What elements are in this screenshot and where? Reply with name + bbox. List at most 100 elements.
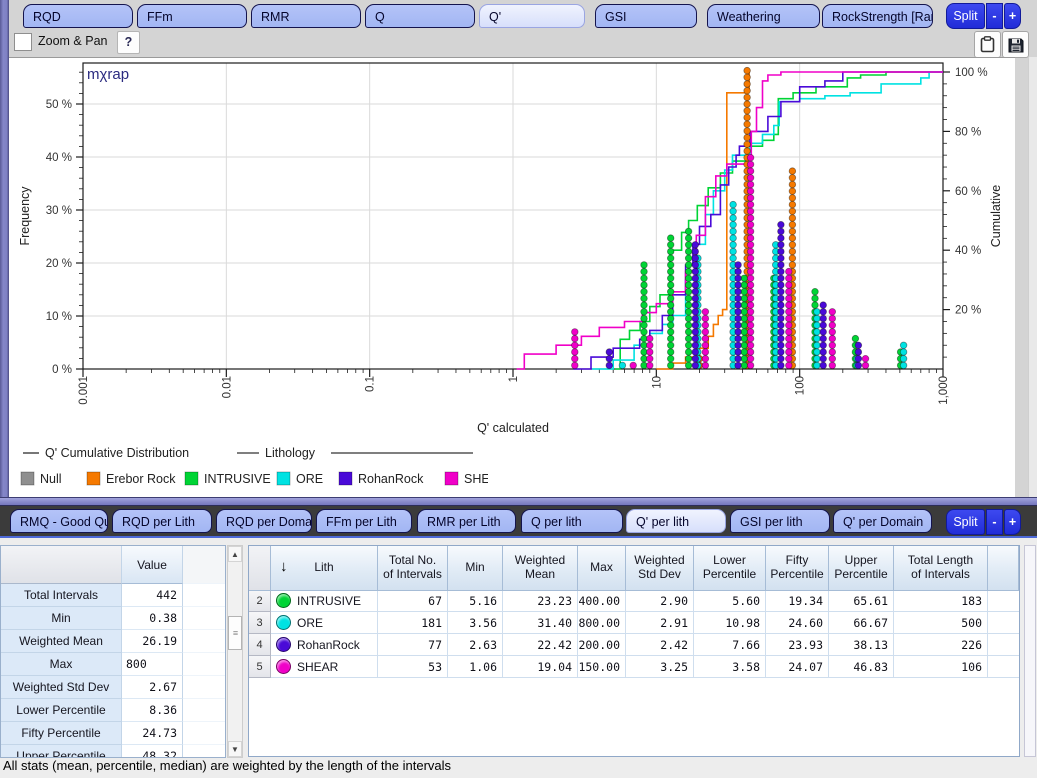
table-cell[interactable]: 46.83 — [829, 656, 894, 678]
table-cell[interactable]: 2.91 — [626, 612, 694, 634]
split-button[interactable]: Split — [946, 3, 985, 29]
column-header-fifty[interactable]: Fifty Percentile — [766, 546, 829, 591]
scroll-thumb[interactable]: ≡ — [228, 616, 242, 650]
table-cell[interactable]: 1.06 — [448, 656, 503, 678]
table-cell[interactable]: 150.00 — [578, 656, 626, 678]
split-button[interactable]: Split — [946, 509, 985, 535]
tab-gsi-per-lith[interactable]: GSI per lith — [730, 509, 830, 533]
table-cell[interactable]: 67 — [378, 590, 448, 612]
table-cell[interactable]: 65.61 — [829, 590, 894, 612]
stats-table-scrollbar[interactable]: ▲ ≡ ▼ — [227, 545, 243, 758]
split-plus-button[interactable]: + — [1004, 3, 1021, 29]
lith-table-scrollbar[interactable] — [1024, 545, 1036, 757]
stats-row-value[interactable]: 24.73 — [122, 722, 183, 745]
legend-item-rohanrock[interactable]: RohanRock — [339, 472, 424, 486]
lith-cell-intrusive[interactable]: INTRUSIVE — [271, 590, 378, 612]
copy-to-clipboard-button[interactable] — [974, 31, 1001, 58]
table-cell[interactable]: 31.40 — [503, 612, 578, 634]
tab-rmr[interactable]: RMR — [251, 4, 361, 28]
tab-q[interactable]: Q' — [479, 4, 585, 28]
sort-descending-icon[interactable]: ↓ — [280, 558, 288, 575]
table-cell[interactable]: 226 — [894, 634, 988, 656]
help-button[interactable]: ? — [117, 31, 140, 54]
scroll-up-arrow[interactable]: ▲ — [228, 546, 242, 562]
table-cell[interactable]: 5.60 — [694, 590, 766, 612]
tab-q[interactable]: Q — [365, 4, 475, 28]
tab-q-per-domain[interactable]: Q' per Domain — [833, 509, 932, 533]
column-header-min[interactable]: Min — [448, 546, 503, 591]
scroll-down-arrow[interactable]: ▼ — [228, 741, 242, 757]
row-number[interactable]: 4 — [249, 634, 271, 656]
plot-area[interactable] — [83, 63, 943, 369]
save-button[interactable] — [1002, 31, 1029, 58]
stats-row-value[interactable]: 8.36 — [122, 699, 183, 722]
table-cell[interactable]: 23.93 — [766, 634, 829, 656]
stats-row-value[interactable]: 48.32 — [122, 745, 183, 758]
table-cell[interactable]: 800.00 — [578, 612, 626, 634]
legend-item-intrusive[interactable]: INTRUSIVE — [185, 472, 271, 486]
table-cell[interactable]: 500 — [894, 612, 988, 634]
split-plus-button[interactable]: + — [1004, 509, 1021, 535]
table-cell[interactable]: 5.16 — [448, 590, 503, 612]
tab-ffm-per-lith[interactable]: FFm per Lith — [316, 509, 412, 533]
lith-cell-shear[interactable]: SHEAR — [271, 656, 378, 678]
stats-row-value[interactable]: 2.67 — [122, 676, 183, 699]
table-cell[interactable]: 181 — [378, 612, 448, 634]
table-cell[interactable]: 19.34 — [766, 590, 829, 612]
stats-row-value[interactable]: 800 — [122, 653, 183, 676]
left-splitter-handle[interactable] — [0, 0, 9, 497]
legend-item-shear[interactable]: SHEAR — [445, 472, 507, 486]
table-cell[interactable]: 7.66 — [694, 634, 766, 656]
row-number[interactable]: 2 — [249, 590, 271, 612]
table-cell[interactable]: 10.98 — [694, 612, 766, 634]
table-cell[interactable]: 2.90 — [626, 590, 694, 612]
column-header-weighted[interactable]: Weighted Std Dev — [626, 546, 694, 591]
table-cell[interactable]: 3.58 — [694, 656, 766, 678]
tab-rockstrength-rar[interactable]: RockStrength [Rar — [822, 4, 933, 28]
column-header-weighted[interactable]: Weighted Mean — [503, 546, 578, 591]
row-number[interactable]: 3 — [249, 612, 271, 634]
tab-rqd-per-lith[interactable]: RQD per Lith — [112, 509, 212, 533]
horizontal-splitter-handle[interactable] — [0, 497, 1037, 506]
tab-rqd[interactable]: RQD — [23, 4, 133, 28]
lith-cell-ore[interactable]: ORE — [271, 612, 378, 634]
table-cell[interactable]: 2.42 — [626, 634, 694, 656]
column-header-total-length[interactable]: Total Length of Intervals — [894, 546, 988, 591]
tab-rmr-per-lith[interactable]: RMR per Lith — [417, 509, 516, 533]
stats-row-value[interactable]: 442 — [122, 584, 183, 607]
table-cell[interactable]: 3.25 — [626, 656, 694, 678]
table-cell[interactable]: 24.07 — [766, 656, 829, 678]
tab-q-per-lith[interactable]: Q per lith — [521, 509, 623, 533]
table-cell[interactable]: 106 — [894, 656, 988, 678]
legend-item-null[interactable]: Null — [21, 472, 62, 486]
table-cell[interactable]: 3.56 — [448, 612, 503, 634]
table-cell[interactable]: 2.63 — [448, 634, 503, 656]
tab-weathering[interactable]: Weathering — [707, 4, 820, 28]
table-cell[interactable]: 66.67 — [829, 612, 894, 634]
row-number[interactable]: 5 — [249, 656, 271, 678]
table-cell[interactable]: 24.60 — [766, 612, 829, 634]
column-header-upper[interactable]: Upper Percentile — [829, 546, 894, 591]
split-minus-button[interactable]: - — [986, 509, 1003, 535]
table-cell[interactable]: 200.00 — [578, 634, 626, 656]
table-cell[interactable]: 400.00 — [578, 590, 626, 612]
tab-rqd-per-domai[interactable]: RQD per Domai — [216, 509, 312, 533]
table-cell[interactable]: 22.42 — [503, 634, 578, 656]
table-cell[interactable]: 38.13 — [829, 634, 894, 656]
table-cell[interactable]: 77 — [378, 634, 448, 656]
column-header-lower[interactable]: Lower Percentile — [694, 546, 766, 591]
legend-item-ore[interactable]: ORE — [277, 472, 323, 486]
legend-item-erebor-rock[interactable]: Erebor Rock — [87, 472, 176, 486]
tab-q-per-lith[interactable]: Q' per lith — [626, 509, 726, 533]
column-header-lith[interactable]: Lith↓ — [271, 546, 378, 591]
tab-rmq-good-qu[interactable]: RMQ - Good Qu — [10, 509, 108, 533]
split-minus-button[interactable]: - — [986, 3, 1003, 29]
table-cell[interactable]: 23.23 — [503, 590, 578, 612]
column-header-max[interactable]: Max — [578, 546, 626, 591]
tab-ffm[interactable]: FFm — [137, 4, 247, 28]
tab-gsi[interactable]: GSI — [595, 4, 697, 28]
zoom-pan-checkbox[interactable] — [14, 33, 32, 51]
column-header-total-no[interactable]: Total No. of Intervals — [378, 546, 448, 591]
table-cell[interactable]: 53 — [378, 656, 448, 678]
table-cell[interactable]: 183 — [894, 590, 988, 612]
